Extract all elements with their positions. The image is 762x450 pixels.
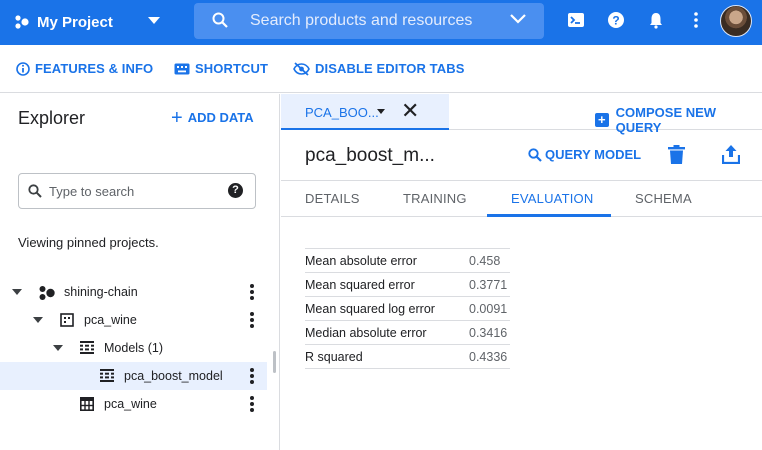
- metric-name: Mean squared log error: [305, 302, 435, 316]
- tab-details[interactable]: DETAILS: [305, 191, 360, 206]
- add-box-icon: +: [595, 113, 609, 127]
- metric-value: 0.458: [469, 254, 501, 268]
- plus-icon: +: [171, 106, 183, 129]
- metric-value: 0.3416: [469, 326, 508, 340]
- evaluation-table: Mean absolute error 0.458 Mean squared e…: [305, 248, 510, 369]
- tree-item-label: Models (1): [104, 341, 164, 355]
- disable-editor-tabs-label: DISABLE EDITOR TABS: [315, 61, 465, 76]
- caret-down-icon: [148, 17, 160, 24]
- metric-name: R squared: [305, 350, 363, 364]
- pinned-projects-text: Viewing pinned projects.: [18, 235, 159, 250]
- shortcut-label: SHORTCUT: [195, 61, 269, 76]
- delete-icon[interactable]: [668, 145, 685, 164]
- features-info-label: FEATURES & INFO: [35, 61, 154, 76]
- svg-text:?: ?: [612, 14, 619, 28]
- search-icon: [212, 12, 228, 28]
- tree-item-table[interactable]: pca_wine: [0, 390, 267, 418]
- tab-training[interactable]: TRAINING: [403, 191, 467, 206]
- metric-value: 0.0091: [469, 302, 508, 316]
- project-selector[interactable]: My Project: [14, 9, 160, 35]
- avatar[interactable]: [720, 5, 752, 37]
- expand-arrow-icon[interactable]: [12, 289, 22, 295]
- editor-tab-label: PCA_BOO...: [305, 105, 379, 120]
- model-title: pca_boost_m...: [305, 145, 435, 166]
- explorer-search-placeholder: Type to search: [49, 184, 135, 199]
- metric-name: Mean absolute error: [305, 254, 417, 268]
- visibility-off-icon: [293, 61, 310, 76]
- tree-item-label: pca_wine: [84, 313, 137, 327]
- tree-item-models-folder[interactable]: Models (1): [0, 334, 267, 362]
- more-vert-icon[interactable]: [250, 368, 254, 386]
- explorer-panel: Explorer + ADD DATA Type to search ? Vie…: [0, 94, 280, 450]
- project-icon: [39, 286, 55, 300]
- table-icon: [80, 397, 94, 411]
- add-data-label: ADD DATA: [187, 110, 254, 125]
- editor-tab-active[interactable]: PCA_BOO... ✕: [281, 94, 449, 130]
- help-icon[interactable]: ?: [607, 11, 625, 29]
- active-tab-indicator: [487, 214, 611, 217]
- explorer-title: Explorer: [18, 108, 86, 128]
- chevron-down-icon[interactable]: [510, 13, 526, 25]
- compose-label: COMPOSE NEW QUERY: [615, 105, 717, 135]
- table-row: Mean squared error 0.3771: [305, 273, 510, 297]
- more-vert-icon[interactable]: [250, 396, 254, 414]
- tree-item-project[interactable]: shining-chain: [0, 278, 267, 306]
- top-bar: My Project Search products and resources…: [0, 0, 762, 45]
- info-icon: [16, 61, 30, 76]
- tree-item-label: pca_boost_model: [124, 369, 223, 383]
- tree-item-dataset[interactable]: pca_wine: [0, 306, 267, 334]
- search-icon: [528, 147, 542, 162]
- search-icon: [28, 184, 42, 198]
- help-icon[interactable]: ?: [228, 183, 243, 198]
- tree-item-label: shining-chain: [64, 285, 138, 299]
- more-vert-icon[interactable]: [250, 312, 254, 330]
- models-folder-icon: [80, 341, 94, 354]
- project-icon: [15, 15, 29, 29]
- features-info-button[interactable]: FEATURES & INFO: [16, 61, 153, 76]
- tree-item-model-selected[interactable]: pca_boost_model: [0, 362, 267, 390]
- more-vert-icon[interactable]: [250, 284, 254, 302]
- explorer-search-input[interactable]: Type to search ?: [18, 173, 256, 209]
- explorer-scrollbar[interactable]: [273, 351, 276, 373]
- metric-value: 0.3771: [469, 278, 508, 292]
- more-vert-icon[interactable]: [689, 11, 703, 29]
- compose-new-query-button[interactable]: + COMPOSE NEW QUERY: [595, 105, 762, 135]
- query-model-label: QUERY MODEL: [545, 147, 642, 162]
- shortcut-button[interactable]: SHORTCUT: [174, 61, 268, 76]
- metric-name: Median absolute error: [305, 326, 427, 340]
- editor-tab-strip: PCA_BOO... ✕ + COMPOSE NEW QUERY: [281, 94, 762, 135]
- action-bar: FEATURES & INFO SHORTCUT DISABLE EDITOR …: [0, 45, 762, 93]
- expand-arrow-icon[interactable]: [33, 317, 43, 323]
- table-row: Mean absolute error 0.458: [305, 249, 510, 273]
- query-model-button[interactable]: QUERY MODEL: [528, 147, 641, 162]
- caret-down-icon[interactable]: [377, 109, 385, 114]
- table-row: R squared 0.4336: [305, 345, 510, 369]
- search-placeholder: Search products and resources: [250, 12, 473, 29]
- share-icon[interactable]: [722, 145, 740, 164]
- expand-arrow-icon[interactable]: [53, 345, 63, 351]
- close-icon[interactable]: ✕: [401, 100, 419, 122]
- metric-name: Mean squared error: [305, 278, 415, 292]
- add-data-button[interactable]: + ADD DATA: [171, 106, 254, 129]
- tab-evaluation[interactable]: EVALUATION: [511, 191, 593, 206]
- disable-editor-tabs-button[interactable]: DISABLE EDITOR TABS: [293, 61, 464, 76]
- global-search[interactable]: Search products and resources: [194, 3, 544, 39]
- cloud-shell-icon[interactable]: [567, 11, 585, 29]
- model-subtabs: DETAILS TRAINING EVALUATION SCHEMA: [281, 180, 762, 217]
- dataset-icon: [60, 313, 74, 327]
- notifications-icon[interactable]: [647, 11, 665, 29]
- project-name: My Project: [37, 13, 113, 31]
- table-row: Mean squared log error 0.0091: [305, 297, 510, 321]
- table-row: Median absolute error 0.3416: [305, 321, 510, 345]
- tree-item-label: pca_wine: [104, 397, 157, 411]
- tab-schema[interactable]: SCHEMA: [635, 191, 692, 206]
- metric-value: 0.4336: [469, 350, 508, 364]
- model-icon: [100, 369, 114, 382]
- keyboard-icon: [174, 63, 190, 74]
